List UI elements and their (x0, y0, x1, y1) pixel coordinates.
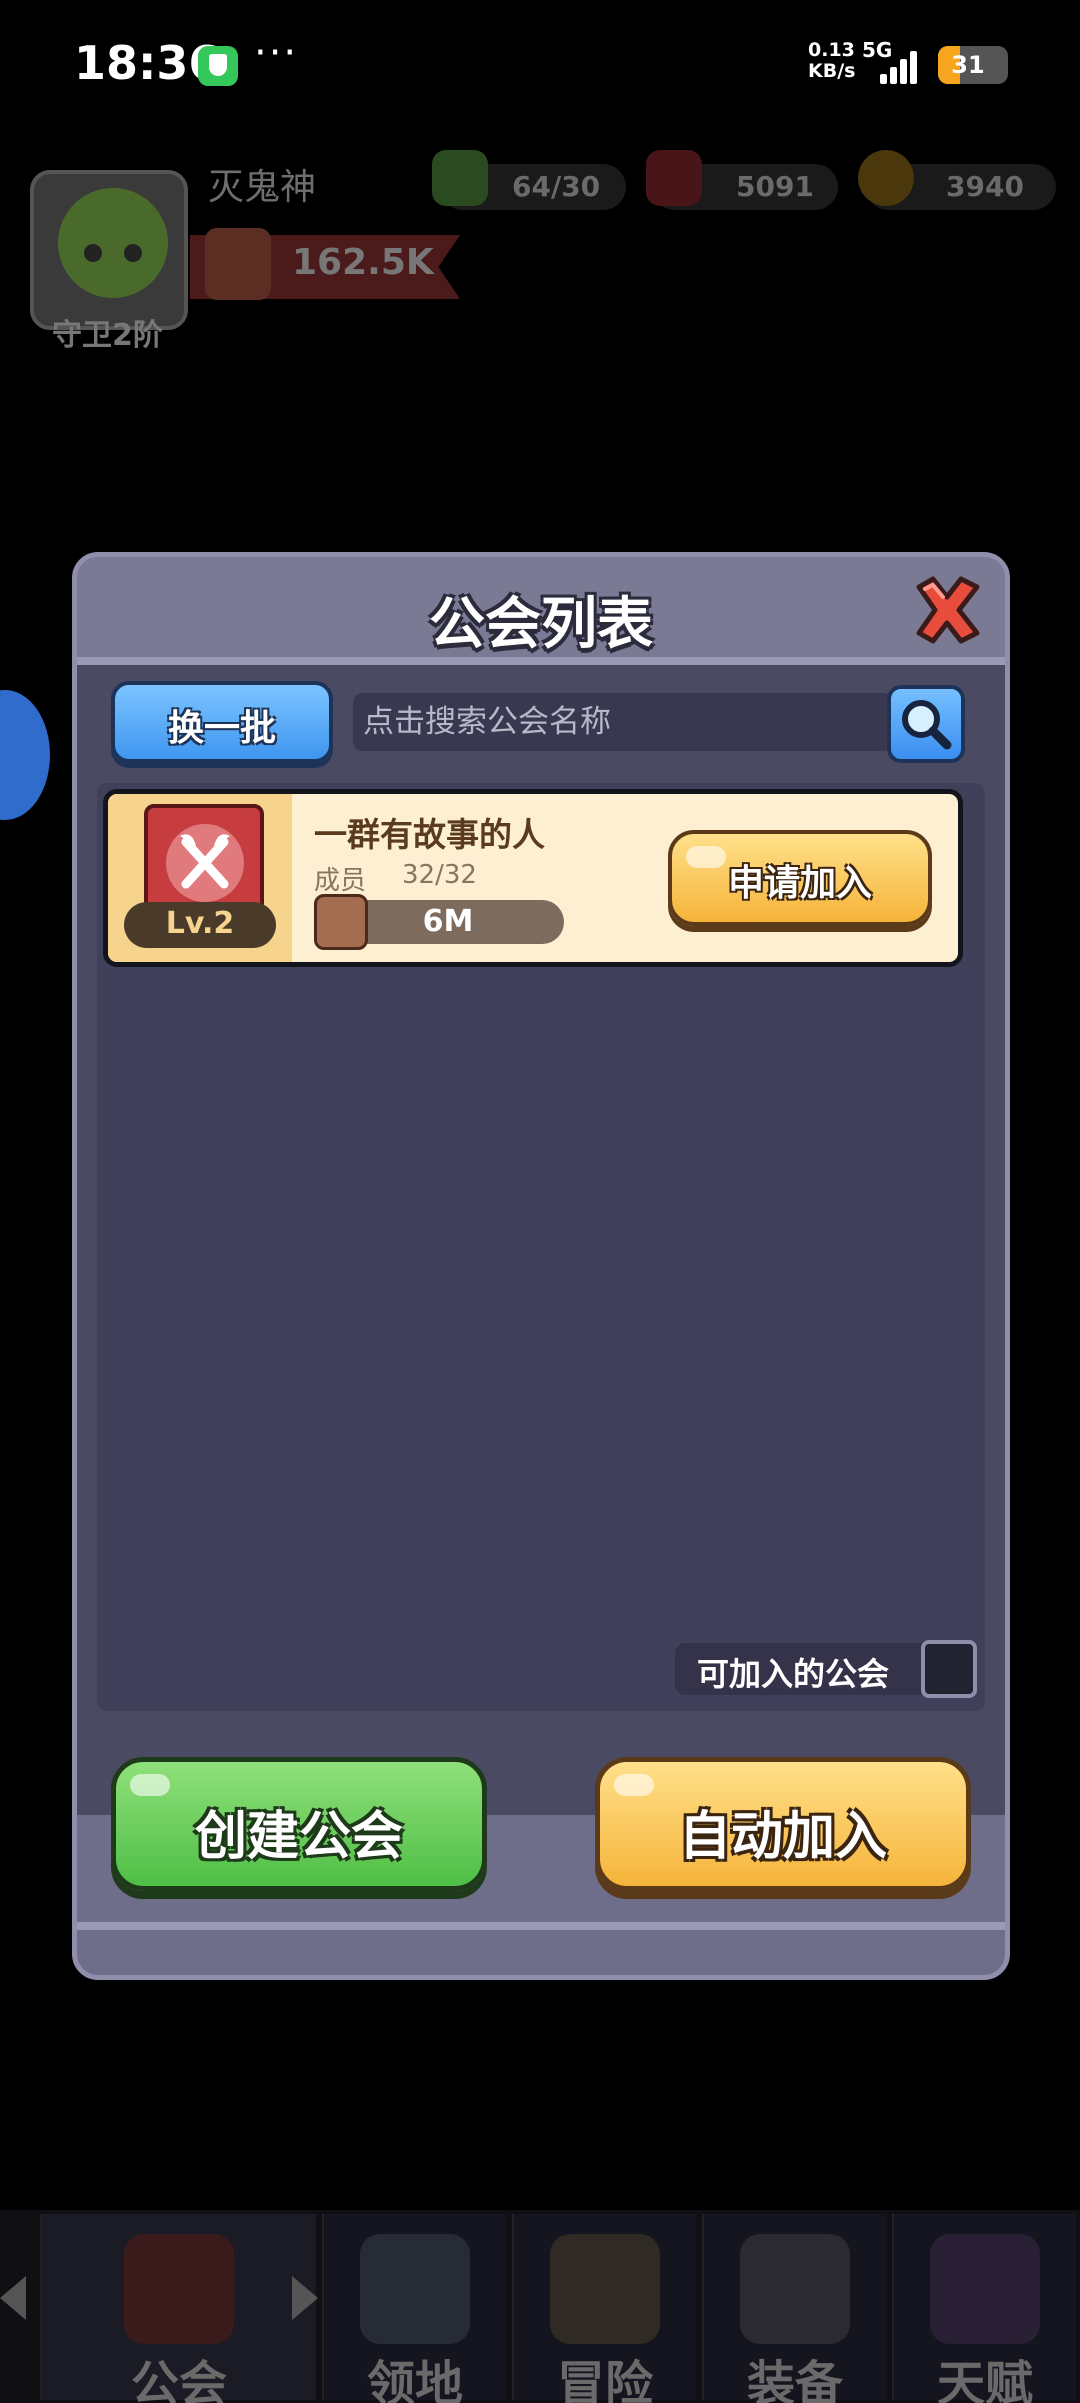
battery-level: 31 (951, 51, 985, 79)
crossed-axes-icon (550, 2234, 660, 2344)
player-avatar[interactable] (30, 170, 188, 330)
close-icon (916, 576, 980, 644)
helmet-icon (740, 2234, 850, 2344)
search-button[interactable] (887, 685, 965, 763)
nav-label-guild: 公会 (130, 2356, 227, 2403)
apply-join-button[interactable]: 申请加入 (668, 830, 932, 926)
network-speed-unit: KB/s (808, 60, 856, 82)
nav-tab-adventure[interactable]: 冒险 (512, 2214, 696, 2403)
player-rank: 守卫2阶 (52, 318, 163, 353)
nav-label-territory: 领地 (366, 2356, 463, 2403)
dialog-title: 公会列表 (429, 592, 653, 657)
joinable-filter-checkbox[interactable] (921, 1640, 977, 1698)
signal-icon (880, 48, 924, 84)
auto-join-button[interactable]: 自动加入 (595, 1757, 971, 1891)
resource-energy-value: 64/30 (512, 170, 601, 203)
button-shine (614, 1774, 654, 1796)
red-gem-icon (646, 150, 702, 206)
talent-book-icon (930, 2234, 1040, 2344)
gold-coin-icon (858, 150, 914, 206)
side-chat-bubble[interactable] (0, 690, 50, 820)
guild-members-label: 成员 (314, 866, 367, 896)
nav-label-equipment: 装备 (746, 2356, 843, 2403)
guild-members-count: 32/32 (402, 860, 477, 890)
guild-icon (124, 2234, 234, 2344)
nav-label-talent: 天赋 (936, 2356, 1033, 2403)
guild-list-dialog: 公会列表 换一批 点击搜索公会名称 Lv.2 一群有故事的人 成员 32/32 … (72, 552, 1010, 1980)
auto-join-label: 自动加入 (678, 1807, 887, 1867)
crossed-axes-icon (166, 824, 244, 902)
nav-left-arrow-icon[interactable] (0, 2276, 26, 2320)
resource-gold-value: 3940 (946, 170, 1024, 203)
guild-level: Lv.2 (165, 906, 235, 941)
guild-search-input[interactable] (363, 699, 883, 745)
create-guild-button[interactable]: 创建公会 (111, 1757, 487, 1891)
power-axe-icon (205, 228, 271, 300)
battery-icon: 31 (938, 46, 1008, 84)
apply-join-label: 申请加入 (727, 863, 872, 904)
resource-gem-value: 5091 (736, 170, 814, 203)
guild-list-item: Lv.2 一群有故事的人 成员 32/32 6M 申请加入 (103, 789, 963, 967)
refresh-batch-label: 换一批 (167, 708, 276, 749)
button-shine (130, 1774, 170, 1796)
network-speed-value: 0.13 (808, 39, 855, 61)
nav-right-arrow-icon[interactable] (292, 2276, 318, 2320)
status-bar: 18:36 ··· 0.13 KB/s 5G 31 (0, 0, 1080, 130)
nav-tab-talent[interactable]: 天赋 (892, 2214, 1076, 2403)
guild-search-box (353, 693, 893, 751)
player-power: 162.5K (292, 242, 434, 283)
nav-tab-equipment[interactable]: 装备 (702, 2214, 886, 2403)
security-shield-icon (198, 46, 238, 86)
more-notifications-icon: ··· (254, 30, 299, 76)
guild-name: 一群有故事的人 (314, 815, 545, 854)
create-guild-label: 创建公会 (194, 1807, 403, 1867)
network-speed: 0.13 KB/s (808, 40, 855, 82)
joinable-filter-label: 可加入的公会 (697, 1655, 890, 1693)
green-energy-icon (432, 150, 488, 206)
search-icon (902, 700, 952, 750)
refresh-batch-button[interactable]: 换一批 (111, 681, 333, 763)
nav-label-adventure: 冒险 (556, 2356, 653, 2403)
player-name: 灭鬼神 (208, 167, 317, 208)
dialog-footer (77, 1922, 1005, 1962)
bottom-nav: 公会 领地 冒险 装备 天赋 (0, 2210, 1080, 2403)
guild-power: 6M (422, 904, 474, 939)
nav-tab-territory[interactable]: 领地 (322, 2214, 506, 2403)
orc-portrait-icon (58, 188, 168, 298)
nav-tab-guild[interactable]: 公会 (40, 2214, 316, 2403)
guild-list: Lv.2 一群有故事的人 成员 32/32 6M 申请加入 (97, 783, 985, 1711)
castle-icon (360, 2234, 470, 2344)
close-button[interactable] (909, 575, 985, 645)
